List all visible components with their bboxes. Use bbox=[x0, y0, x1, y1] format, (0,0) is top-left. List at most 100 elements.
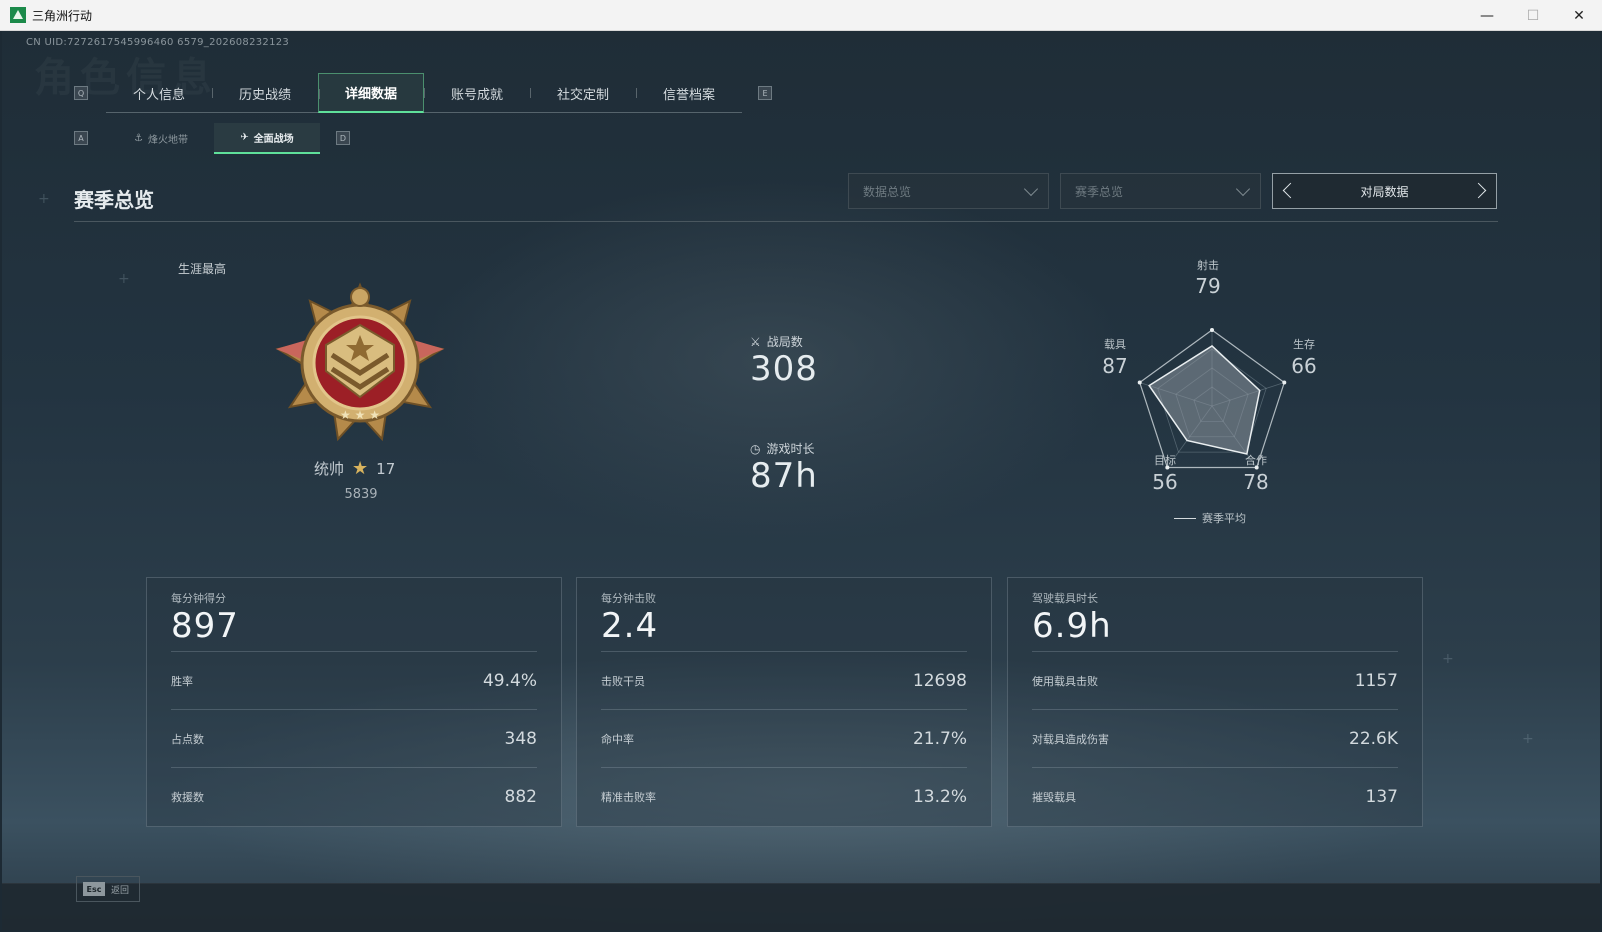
playtime-label: 游戏时长 bbox=[766, 442, 815, 456]
stat-row-value: 137 bbox=[1365, 786, 1398, 807]
data-type-dropdown[interactable]: 数据总览 bbox=[848, 173, 1049, 209]
card-title: 驾驶载具时长 bbox=[1032, 592, 1098, 605]
playtime-label-wrap: ◷ 游戏时长 bbox=[750, 440, 815, 457]
match-data-switcher: 对局数据 bbox=[1272, 173, 1497, 209]
decor-plus-icon: + bbox=[118, 271, 130, 287]
close-button[interactable]: ✕ bbox=[1556, 0, 1602, 31]
decor-plus-icon: + bbox=[38, 191, 50, 207]
stat-row-label: 击败干员 bbox=[601, 674, 645, 688]
radar-vertex bbox=[1282, 380, 1287, 385]
match-data-label: 对局数据 bbox=[1360, 184, 1409, 199]
svg-text:★ ★ ★: ★ ★ ★ bbox=[340, 408, 380, 422]
radar-legend: 赛季平均 bbox=[1174, 510, 1246, 526]
subtab-next-key-d[interactable]: D bbox=[336, 131, 350, 145]
radar-vertex bbox=[1137, 380, 1142, 385]
tab-next-key-e[interactable]: E bbox=[758, 86, 772, 100]
matches-label: 战局数 bbox=[766, 335, 803, 349]
back-label: 返回 bbox=[111, 885, 130, 896]
section-divider bbox=[74, 221, 1498, 222]
maximize-button[interactable]: ☐ bbox=[1510, 0, 1556, 31]
mode-subtabs: ⚓ 烽火地带 ✈ 全面战场 bbox=[108, 123, 320, 154]
radar-value-objective: 56 bbox=[1152, 470, 1178, 494]
window-title: 三角洲行动 bbox=[32, 8, 93, 23]
stat-row: 命中率 21.7% bbox=[601, 709, 967, 767]
rank-stars: 17 bbox=[376, 459, 396, 478]
section-title: 赛季总览 bbox=[74, 188, 154, 212]
playtime-value: 87h bbox=[750, 456, 818, 496]
back-button[interactable]: Esc 返回 bbox=[76, 876, 140, 902]
rank-info: 统帅 ★ 17 bbox=[302, 458, 442, 479]
card-value: 897 bbox=[171, 606, 239, 646]
bottom-bar bbox=[2, 883, 1600, 930]
stat-row-label: 摧毁载具 bbox=[1032, 790, 1076, 804]
dropdown-value: 赛季总览 bbox=[1075, 184, 1124, 199]
card-title: 每分钟击败 bbox=[601, 592, 656, 605]
decor-plus-icon: + bbox=[1522, 731, 1534, 747]
window-titlebar: 三角洲行动 — ☐ ✕ bbox=[0, 0, 1602, 31]
stat-row-label: 使用载具击败 bbox=[1032, 674, 1098, 688]
hazard-zone-icon: ⚓ bbox=[134, 133, 143, 144]
chevron-left-icon[interactable] bbox=[1282, 182, 1299, 199]
radar-label-teamwork: 合作 bbox=[1245, 454, 1267, 467]
chevron-right-icon[interactable] bbox=[1470, 182, 1487, 199]
esc-key-icon: Esc bbox=[83, 882, 105, 896]
stat-row: 对载具造成伤害 22.6K bbox=[1032, 709, 1398, 767]
rank-medal-icon: ★ ★ ★ bbox=[275, 282, 445, 442]
matches-label-wrap: ⚔ 战局数 bbox=[750, 333, 803, 350]
radar-label-shooting: 射击 bbox=[1197, 259, 1219, 272]
stat-row-value: 21.7% bbox=[912, 728, 967, 749]
radar-value-shooting: 79 bbox=[1195, 274, 1221, 298]
stat-row: 占点数 348 bbox=[171, 709, 537, 767]
stat-row-value: 49.4% bbox=[482, 670, 537, 691]
tab-reputation[interactable]: 信誉档案 bbox=[636, 73, 742, 113]
stat-row: 使用载具击败 1157 bbox=[1032, 651, 1398, 709]
subtab-hazard-zone[interactable]: ⚓ 烽火地带 bbox=[108, 123, 214, 154]
stat-row: 摧毁载具 137 bbox=[1032, 767, 1398, 825]
matches-value: 308 bbox=[750, 349, 818, 389]
legend-label: 赛季平均 bbox=[1202, 512, 1246, 525]
stat-card-vehicle: 驾驶载具时长 6.9h 使用载具击败 1157 对载具造成伤害 22.6K 摧毁载具… bbox=[1007, 577, 1423, 827]
radar-label-survival: 生存 bbox=[1293, 338, 1315, 351]
subtab-prev-key-a[interactable]: A bbox=[74, 131, 88, 145]
tab-personal-info[interactable]: 个人信息 bbox=[106, 73, 212, 113]
radar-label-objective: 目标 bbox=[1154, 454, 1176, 467]
stat-card-score: 每分钟得分 897 胜率 49.4% 占点数 348 救援数 882 bbox=[146, 577, 562, 827]
rank-score: 5839 bbox=[344, 487, 378, 502]
tab-prev-key-q[interactable]: Q bbox=[74, 86, 88, 100]
stat-row-label: 精准击败率 bbox=[601, 790, 656, 804]
stat-row-value: 12698 bbox=[912, 670, 967, 691]
stat-row-label: 对载具造成伤害 bbox=[1032, 732, 1109, 746]
minimize-button[interactable]: — bbox=[1464, 0, 1510, 31]
tab-social-custom[interactable]: 社交定制 bbox=[530, 73, 636, 113]
card-title: 每分钟得分 bbox=[171, 592, 226, 605]
stat-row-label: 命中率 bbox=[601, 732, 634, 746]
stat-row-value: 348 bbox=[504, 728, 537, 749]
main-tabs: 个人信息 历史战绩 详细数据 账号成就 社交定制 信誉档案 bbox=[106, 73, 742, 113]
season-dropdown[interactable]: 赛季总览 bbox=[1060, 173, 1261, 209]
stat-row-value: 13.2% bbox=[912, 786, 967, 807]
radar-label-vehicle: 载具 bbox=[1104, 338, 1126, 351]
tab-match-history[interactable]: 历史战绩 bbox=[212, 73, 318, 113]
stat-row: 击败干员 12698 bbox=[601, 651, 967, 709]
stat-row-label: 胜率 bbox=[171, 674, 193, 688]
clock-icon: ◷ bbox=[750, 441, 761, 456]
stat-card-kills: 每分钟击败 2.4 击败干员 12698 命中率 21.7% 精准击败率 13.2% bbox=[576, 577, 992, 827]
legend-line bbox=[1174, 517, 1196, 519]
battlefield-icon: ✈ bbox=[240, 132, 249, 143]
stat-row-value: 882 bbox=[504, 786, 537, 807]
tab-achievements[interactable]: 账号成就 bbox=[424, 73, 530, 113]
star-icon: ★ bbox=[352, 458, 369, 479]
tab-detailed-data[interactable]: 详细数据 bbox=[318, 73, 424, 113]
subtab-label: 全面战场 bbox=[253, 134, 294, 145]
subtab-battlefield[interactable]: ✈ 全面战场 bbox=[214, 123, 320, 154]
radar-value-survival: 66 bbox=[1291, 354, 1317, 378]
decor-plus-icon: + bbox=[1442, 651, 1454, 667]
chevron-down-icon bbox=[1235, 181, 1251, 197]
stat-row: 精准击败率 13.2% bbox=[601, 767, 967, 825]
stat-row-label: 救援数 bbox=[171, 790, 204, 804]
game-screen: + + + + CN UID:7272617545996460 6579_202… bbox=[2, 31, 1600, 930]
radar-value-vehicle: 87 bbox=[1102, 354, 1128, 378]
crossed-swords-icon: ⚔ bbox=[750, 334, 761, 349]
radar-vertex bbox=[1210, 328, 1214, 332]
card-value: 2.4 bbox=[601, 606, 659, 646]
